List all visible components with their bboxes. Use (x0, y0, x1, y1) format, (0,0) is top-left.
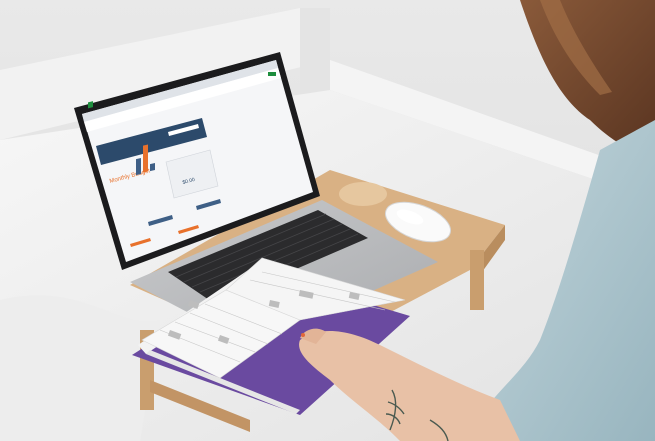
nail-polish (301, 333, 305, 337)
chart-bar (150, 163, 155, 172)
desk-leg-right (470, 250, 484, 310)
chart-bar (143, 144, 148, 173)
desk-engraving (339, 182, 387, 206)
chart-bar (136, 158, 141, 176)
scene-svg: Monthly Budget $0.00 (0, 0, 655, 441)
photo-scene: Monthly Budget $0.00 (0, 0, 655, 441)
share-button[interactable] (268, 72, 276, 76)
